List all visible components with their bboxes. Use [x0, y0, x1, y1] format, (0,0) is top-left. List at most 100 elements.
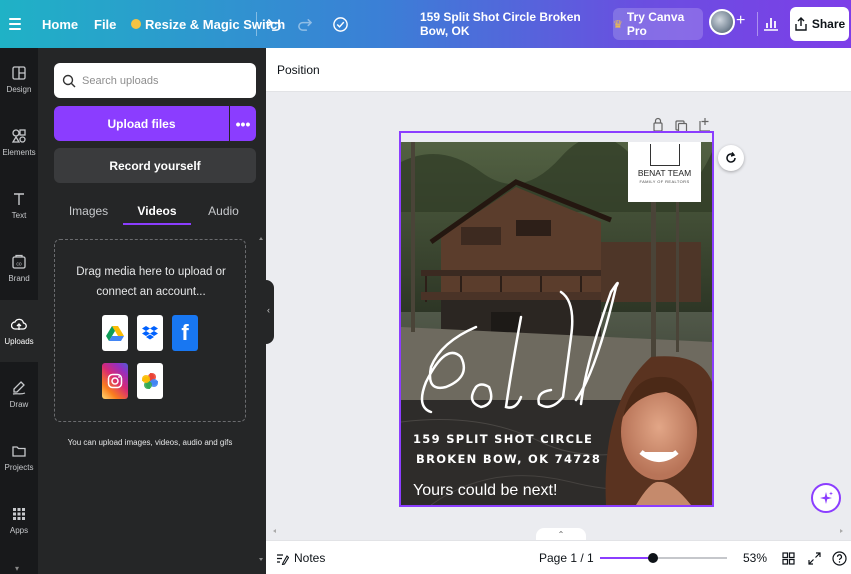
- uploads-panel: Upload files ••• Record yourself Images …: [38, 48, 266, 574]
- elements-icon: [11, 128, 26, 143]
- grid-view-icon[interactable]: [780, 550, 796, 566]
- tab-videos[interactable]: Videos: [123, 196, 191, 226]
- rail-item-uploads[interactable]: Uploads: [0, 300, 38, 362]
- active-tab-indicator: [123, 223, 191, 225]
- uploads-icon: [11, 318, 27, 330]
- instagram-icon[interactable]: [102, 363, 128, 399]
- dropzone-line: Drag media here to upload or: [76, 266, 226, 278]
- projects-icon: [12, 445, 26, 457]
- address-line-2[interactable]: BROKEN BOW, OK 74728: [416, 452, 601, 466]
- rail-label: Elements: [2, 147, 36, 157]
- upload-note: You can upload images, videos, audio and…: [67, 438, 233, 447]
- undo-icon[interactable]: [264, 14, 284, 34]
- team-logo[interactable]: BENAT TEAM FAMILY OF REALTORS: [628, 142, 701, 202]
- logo-name: BENAT TEAM: [637, 168, 692, 178]
- menu-icon[interactable]: [8, 0, 22, 48]
- dropzone-line: connect an account...: [96, 286, 206, 298]
- svg-text:co: co: [16, 261, 22, 267]
- design-icon: [12, 65, 26, 80]
- help-icon[interactable]: [831, 550, 847, 566]
- file-menu[interactable]: File: [94, 0, 116, 48]
- context-toolbar: Position: [266, 48, 851, 92]
- media-tabs: Images Videos Audio: [54, 196, 256, 226]
- rail-label: Draw: [9, 399, 29, 409]
- zoom-slider-handle[interactable]: [648, 553, 659, 563]
- zoom-slider-fill: [600, 557, 654, 559]
- upload-more-button[interactable]: •••: [230, 106, 256, 141]
- try-canva-pro-button[interactable]: ♛ Try Canva Pro: [613, 8, 703, 40]
- analytics-icon[interactable]: [762, 14, 780, 32]
- crown-icon: [131, 19, 141, 29]
- logo-subtitle: FAMILY OF REALTORS: [639, 179, 690, 184]
- logo-mark-icon: [650, 144, 680, 166]
- apps-icon: [13, 507, 25, 520]
- try-canva-pro-label: Try Canva Pro: [626, 10, 685, 38]
- search-icon: [62, 74, 76, 87]
- zoom-slider[interactable]: [600, 553, 727, 563]
- search-input[interactable]: [82, 74, 252, 87]
- add-page-icon[interactable]: [699, 118, 710, 132]
- tab-images[interactable]: Images: [54, 196, 123, 226]
- chevron-left-icon: ‹: [267, 305, 270, 315]
- position-button[interactable]: Position: [277, 63, 320, 77]
- google-photos-icon[interactable]: [137, 363, 163, 399]
- share-icon: [795, 17, 807, 31]
- rail-item-projects[interactable]: Projects: [0, 426, 38, 488]
- rail-label: Design: [6, 84, 32, 94]
- upload-files-button[interactable]: Upload files: [54, 106, 229, 141]
- avatar[interactable]: [709, 9, 735, 35]
- rail-item-apps[interactable]: Apps: [0, 489, 38, 551]
- panel-scrollbar[interactable]: [258, 234, 264, 564]
- divider: [256, 12, 257, 36]
- collapse-panel-button[interactable]: ‹: [266, 280, 274, 344]
- resize-magic-button[interactable]: Resize & Magic Switch: [131, 0, 285, 48]
- left-rail: Design Elements Text co Brand Uploads Dr…: [0, 48, 38, 574]
- text-icon: [14, 192, 24, 205]
- address-line-1[interactable]: 159 SPLIT SHOT CIRCLE: [413, 432, 593, 446]
- lock-icon[interactable]: [653, 117, 663, 132]
- magic-sparkle-icon[interactable]: [811, 483, 841, 513]
- rail-label: Text: [11, 210, 27, 220]
- fullscreen-icon[interactable]: [806, 550, 822, 566]
- share-button[interactable]: Share: [790, 7, 849, 41]
- rail-item-draw[interactable]: Draw: [0, 363, 38, 425]
- home-button[interactable]: Home: [42, 0, 78, 48]
- dropzone-text: Drag media here to upload or connect an …: [55, 262, 247, 302]
- page-indicator[interactable]: Page 1 / 1: [539, 551, 594, 565]
- notes-icon: [277, 553, 289, 565]
- rail-item-brand[interactable]: co Brand: [0, 237, 38, 299]
- rail-label: Projects: [4, 462, 34, 472]
- bottom-bar: Notes Page 1 / 1 53%: [266, 540, 851, 574]
- tab-audio[interactable]: Audio: [191, 196, 256, 226]
- brand-icon: co: [12, 254, 26, 269]
- rail-item-elements[interactable]: Elements: [0, 111, 38, 173]
- rail-item-text[interactable]: Text: [0, 174, 38, 236]
- top-bar: Home File Resize & Magic Switch 159 Spli…: [0, 0, 851, 48]
- redo-icon[interactable]: [294, 14, 314, 34]
- refresh-icon[interactable]: [718, 145, 744, 171]
- draw-icon: [12, 380, 26, 395]
- chevron-up-icon[interactable]: ⌃: [536, 528, 586, 540]
- chevron-down-icon[interactable]: ▾: [15, 564, 19, 573]
- design-page[interactable]: BENAT TEAM FAMILY OF REALTORS 159 SPLIT …: [401, 142, 712, 505]
- dropbox-icon[interactable]: [137, 315, 163, 351]
- google-drive-icon[interactable]: [102, 315, 128, 351]
- tagline[interactable]: Yours could be next!: [413, 482, 557, 500]
- add-collaborator-icon[interactable]: +: [736, 12, 745, 30]
- notes-button[interactable]: Notes: [276, 551, 325, 565]
- design-title[interactable]: 159 Split Shot Circle Broken Bow, OK: [420, 0, 610, 48]
- upload-dropzone[interactable]: Drag media here to upload or connect an …: [54, 239, 246, 422]
- rail-label: Apps: [9, 525, 29, 535]
- rail-label: Uploads: [4, 336, 34, 346]
- rail-item-design[interactable]: Design: [0, 48, 38, 110]
- notes-label: Notes: [294, 551, 326, 565]
- zoom-level[interactable]: 53%: [743, 551, 767, 565]
- facebook-icon[interactable]: f: [172, 315, 198, 351]
- share-label: Share: [811, 17, 846, 31]
- divider: [757, 12, 758, 36]
- rail-label: Brand: [8, 273, 30, 283]
- search-box[interactable]: [54, 63, 256, 98]
- record-yourself-button[interactable]: Record yourself: [54, 148, 256, 183]
- cloud-saved-icon[interactable]: [330, 14, 350, 34]
- crown-icon: ♛: [613, 18, 623, 31]
